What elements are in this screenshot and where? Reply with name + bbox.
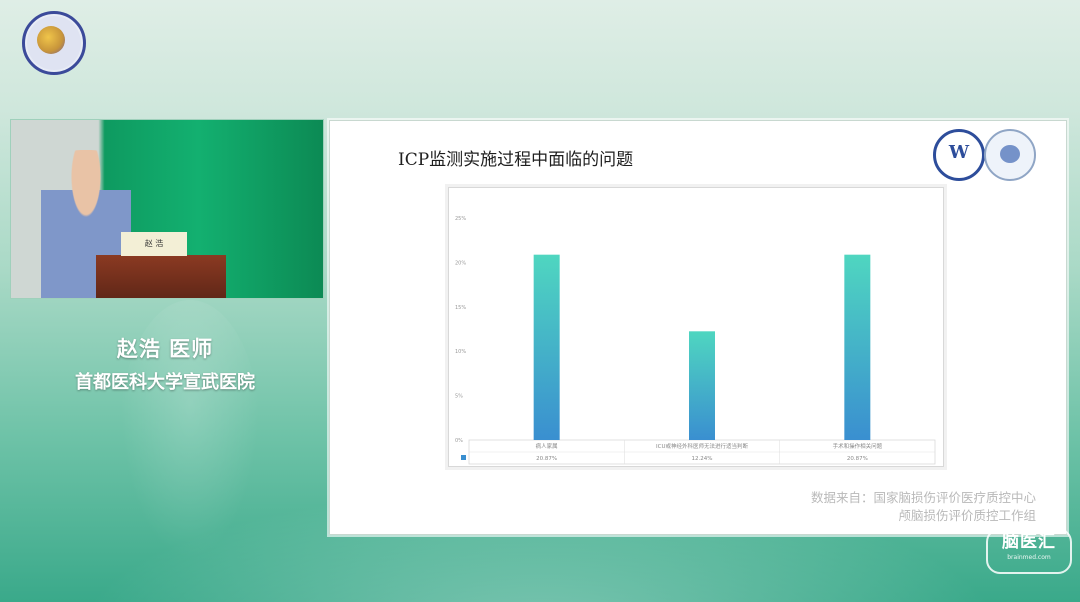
bar [533, 254, 560, 440]
source-line-2: 颅脑损伤评价质控工作组 [898, 508, 1036, 523]
y-tick-label: 20% [455, 260, 466, 266]
bar [844, 254, 871, 440]
slide-title: ICP监测实施过程中面临的问题 [398, 150, 634, 170]
podium [96, 255, 226, 298]
data-label: 20.87% [536, 456, 557, 462]
name-placard: 赵 浩 [121, 232, 187, 256]
data-label: 20.87% [847, 456, 868, 462]
conference-emblem [22, 11, 86, 75]
bar-chart: 0% 5% 10% 15% 20% 25% 病人家属 20.87% ICU或神经外科医师无法进行… [448, 187, 944, 467]
category-label: 手术和操作相关问题 [833, 442, 883, 450]
speaker-organization: 首都医科大学宣武医院 [75, 372, 255, 393]
presentation-slide: ICP监测实施过程中面临的问题 0% 5% 10% 15% 20% 25% 病人家属 20.8… [329, 120, 1067, 535]
y-tick-label: 5% [455, 394, 463, 400]
quality-control-logo-icon [933, 129, 985, 181]
chart-svg: 0% 5% 10% 15% 20% 25% 病人家属 20.87% ICU或神经外科医师无法进行… [455, 216, 936, 465]
y-tick-label: 0% [455, 438, 463, 444]
speaker-video: 赵 浩 [10, 119, 324, 299]
y-tick-label: 10% [455, 349, 466, 355]
data-label: 12.24% [692, 456, 713, 462]
legend-swatch [461, 455, 466, 460]
category-label: 病人家属 [536, 442, 558, 450]
y-tick-label: 25% [455, 216, 466, 222]
y-tick-label: 15% [455, 305, 466, 311]
brain-injury-logo-icon [984, 129, 1036, 181]
watermark-sub: brainmed.com [1007, 554, 1051, 561]
category-label: ICU或神经外科医师无法进行适当判断 [656, 442, 748, 450]
source-line-1: 数据来自：国家脑损伤评价医疗质控中心 [810, 490, 1036, 505]
watermark-logo: 脑医汇 brainmed.com [986, 528, 1072, 574]
data-source: 数据来自：国家脑损伤评价医疗质控中心 颅脑损伤评价质控工作组 [811, 489, 1036, 525]
emblem-center-icon [37, 26, 65, 54]
speaker-name: 赵浩 医师 [116, 337, 214, 361]
bar [689, 331, 715, 440]
watermark-text: 脑医汇 [1002, 532, 1056, 552]
